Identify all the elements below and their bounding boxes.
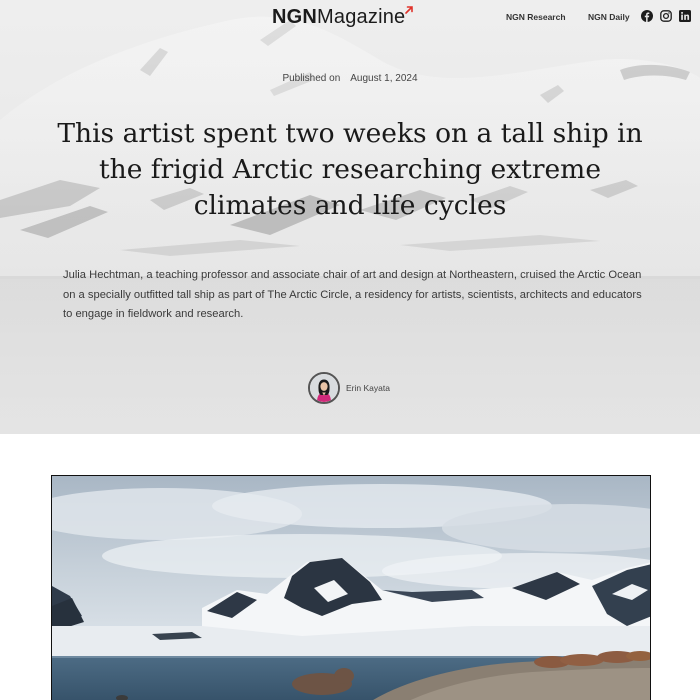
article-headline: This artist spent two weeks on a tall sh… [57, 118, 643, 221]
instagram-icon[interactable] [660, 10, 672, 22]
author-name[interactable]: Erin Kayata [346, 383, 390, 393]
logo-bold-text: NGN [272, 6, 318, 28]
author-avatar[interactable] [308, 372, 340, 404]
published-line: Published on August 1, 2024 [0, 73, 700, 84]
arrow-up-right-icon [405, 6, 414, 14]
published-date: August 1, 2024 [350, 73, 418, 84]
logo-regular-text: Magazine [317, 6, 406, 28]
site-header: NGNMagazine NGN Research NGN Daily [0, 0, 700, 36]
site-logo[interactable]: NGNMagazine [272, 6, 414, 29]
lead-image [51, 475, 651, 700]
article-hero: NGNMagazine NGN Research NGN Daily Publi… [0, 0, 700, 434]
arctic-landscape-photo [52, 476, 650, 700]
article-dek: Julia Hechtman, a teaching professor and… [63, 269, 642, 320]
author-portrait-image [310, 374, 338, 402]
nav-link-ngn-research[interactable]: NGN Research [506, 12, 566, 22]
nav-link-ngn-daily[interactable]: NGN Daily [588, 12, 630, 22]
facebook-icon[interactable] [641, 10, 653, 22]
published-label: Published on [282, 73, 341, 84]
linkedin-icon[interactable] [679, 10, 691, 22]
